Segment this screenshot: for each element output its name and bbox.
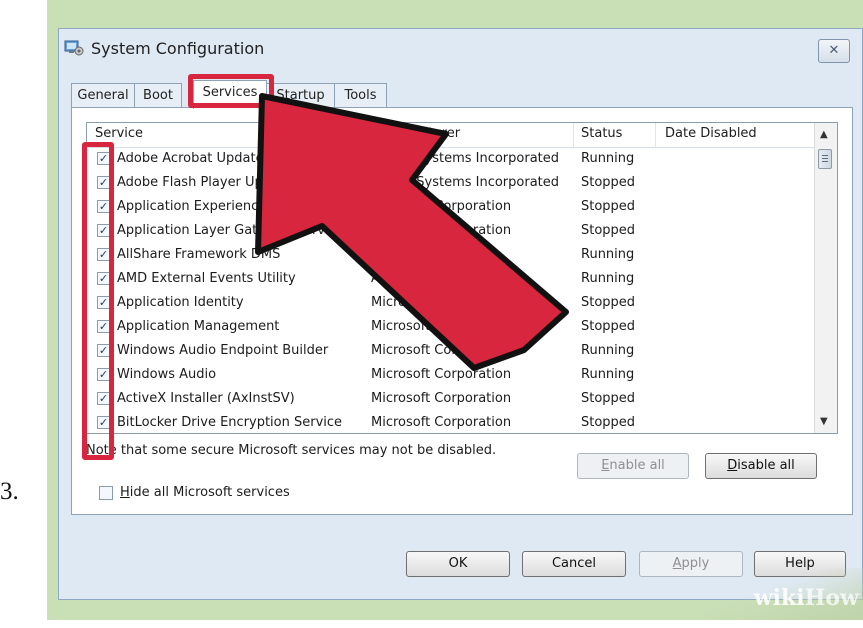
wikihow-watermark: wikiHow bbox=[703, 568, 863, 620]
pointer-arrow-icon bbox=[255, 93, 569, 371]
